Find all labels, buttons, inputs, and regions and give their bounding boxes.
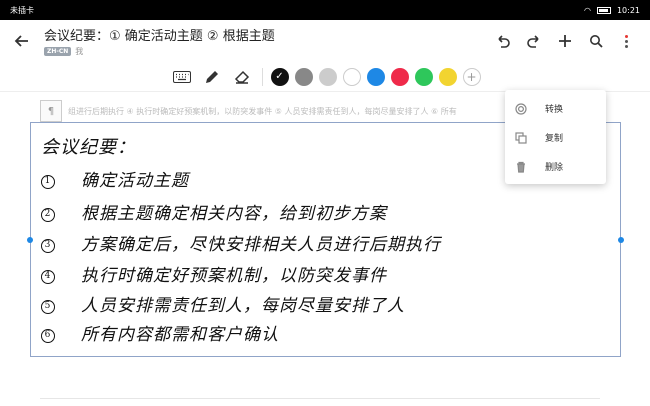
keyboard-button[interactable] <box>170 65 194 89</box>
copy-icon <box>515 131 527 144</box>
color-swatch-black[interactable] <box>270 67 289 86</box>
arrow-left-icon <box>14 35 28 47</box>
toolbar-divider <box>261 67 263 86</box>
add-color-button[interactable]: + <box>462 67 481 86</box>
circled-number: 4 <box>41 269 55 284</box>
handwriting-text: 所有内容都需和客户确认 <box>81 325 279 345</box>
battery-icon <box>596 6 611 14</box>
menu-item-label: 删除 <box>545 163 564 173</box>
menu-item-convert[interactable]: 转换 <box>505 94 606 123</box>
clock: 10:21 <box>616 5 640 15</box>
divider <box>40 398 600 399</box>
resize-handle-left[interactable] <box>27 237 33 243</box>
eraser-button[interactable] <box>230 65 254 89</box>
pen-icon <box>205 70 218 83</box>
convert-icon <box>515 102 527 115</box>
color-swatch-red[interactable] <box>390 67 409 86</box>
search-icon <box>589 35 603 48</box>
circled-number: 1 <box>41 174 55 189</box>
handwriting-text: 根据主题确定相关内容，给到初步方案 <box>81 204 387 224</box>
color-swatch-blue[interactable] <box>366 67 385 86</box>
resize-handle-right[interactable] <box>618 237 624 243</box>
handwriting-line: 5 人员安排需责任到人，每岗尽量安排了人 <box>41 291 405 316</box>
handwriting-line: 3 方案确定后，尽快安排相关人员进行后期执行 <box>41 230 441 255</box>
menu-item-copy[interactable]: 复制 <box>505 123 606 152</box>
color-swatch-light-gray[interactable] <box>318 67 337 86</box>
handwriting-text: 执行时确定好预案机制，以防突发事件 <box>81 266 387 286</box>
color-swatch-yellow[interactable] <box>438 67 457 86</box>
menu-item-label: 复制 <box>545 134 564 144</box>
note-title[interactable]: 会议纪要：① 确定活动主题 ② 根据主题 <box>44 25 487 44</box>
owner-label: 我 <box>75 47 84 56</box>
circled-number: 2 <box>41 207 55 222</box>
plus-icon <box>558 35 571 47</box>
redo-icon <box>526 35 539 48</box>
wifi-icon: ◠ <box>583 5 591 15</box>
handwriting-line: 4 执行时确定好预案机制，以防突发事件 <box>41 261 387 286</box>
back-button[interactable] <box>0 20 44 62</box>
language-badge: ZH-CN <box>44 47 72 56</box>
handwriting-title: 会议纪要： <box>41 137 136 158</box>
keyboard-icon <box>172 70 191 83</box>
kebab-icon <box>625 34 628 48</box>
background-text: 组进行后期执行 ④ 执行时确定好预案机制，以防突发事件 ⑤ 人员安排需责任到人，… <box>68 106 457 116</box>
menu-item-label: 转换 <box>545 105 564 115</box>
color-swatch-gray[interactable] <box>294 67 313 86</box>
status-bar: 未插卡 ◠ 10:21 <box>0 0 650 20</box>
search-button[interactable] <box>580 20 611 62</box>
pen-button[interactable] <box>200 65 224 89</box>
undo-button[interactable] <box>487 20 518 62</box>
more-menu-button[interactable] <box>611 20 642 62</box>
color-swatch-green[interactable] <box>414 67 433 86</box>
context-menu: 转换 复制 删除 <box>505 90 606 184</box>
menu-item-delete[interactable]: 删除 <box>505 152 606 181</box>
circled-number: 5 <box>41 299 55 314</box>
plus-icon: + <box>466 69 477 84</box>
handwriting-line: 6 所有内容都需和客户确认 <box>41 320 279 345</box>
handwriting-text: 方案确定后，尽快安排相关人员进行后期执行 <box>81 235 441 255</box>
handwriting-line: 1 确定活动主题 <box>41 166 189 191</box>
trash-icon <box>515 161 527 173</box>
app-bar: 会议纪要：① 确定活动主题 ② 根据主题 ZH-CN 我 <box>0 20 650 62</box>
add-button[interactable] <box>549 20 580 62</box>
handwriting-text: 人员安排需责任到人，每岗尽量安排了人 <box>81 296 405 316</box>
undo-icon <box>497 35 510 48</box>
carrier-text: 未插卡 <box>10 5 34 15</box>
color-swatch-white[interactable] <box>342 67 361 86</box>
drawing-toolbar: + <box>0 62 650 92</box>
handwriting-text: 确定活动主题 <box>81 171 189 191</box>
redo-button[interactable] <box>518 20 549 62</box>
paragraph-icon[interactable]: ¶ <box>40 100 62 122</box>
eraser-icon <box>234 70 249 84</box>
handwriting-line: 2 根据主题确定相关内容，给到初步方案 <box>41 199 387 224</box>
circled-number: 6 <box>41 328 55 343</box>
circled-number: 3 <box>41 238 55 253</box>
